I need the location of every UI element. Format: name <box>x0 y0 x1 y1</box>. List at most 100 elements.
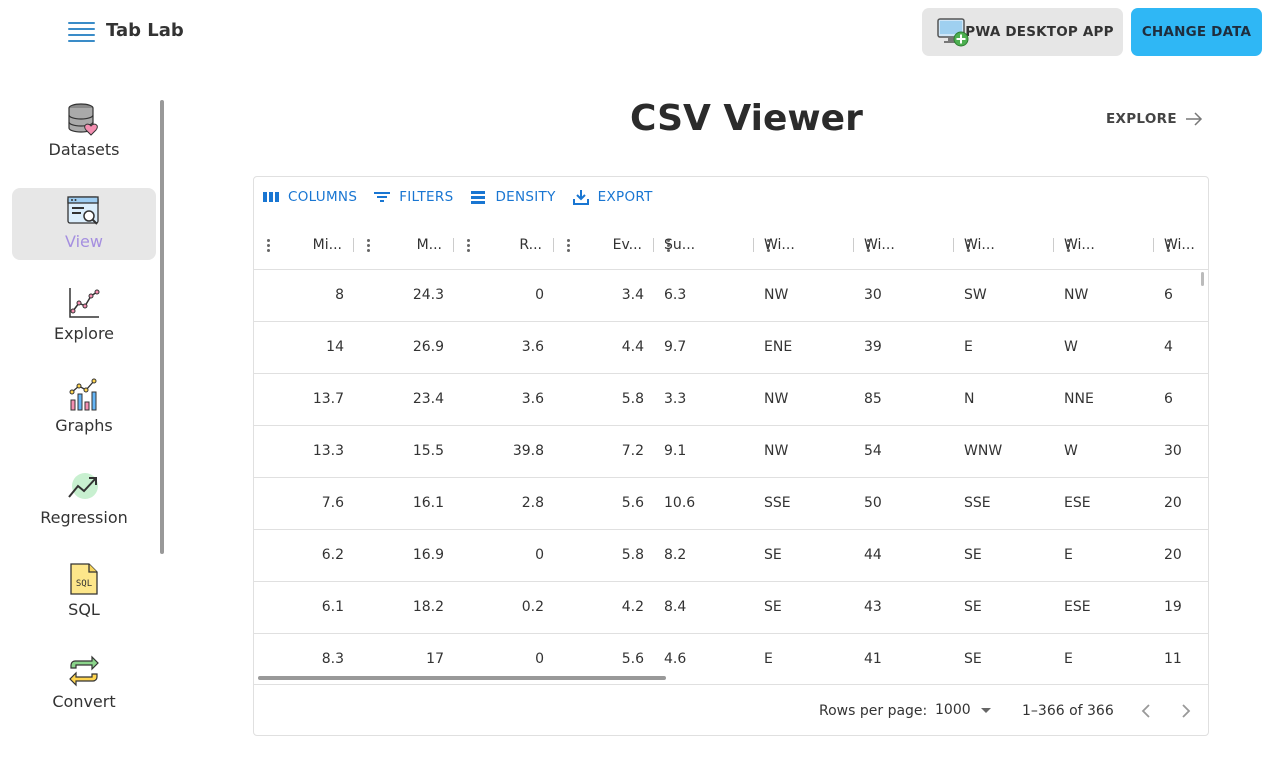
table-cell: E <box>1064 547 1073 563</box>
sidebar-item-label: SQL <box>68 600 100 619</box>
column-header[interactable]: Wi... <box>1154 221 1208 270</box>
column-header[interactable]: Wi... <box>954 221 1054 270</box>
sidebar-item-explore[interactable]: Explore <box>12 280 156 352</box>
sidebar-item-label: View <box>65 232 103 251</box>
convert-arrows-icon <box>69 655 99 687</box>
export-button[interactable]: EXPORT <box>572 187 653 207</box>
table-row[interactable]: 13.7 23.4 3.6 5.8 3.3 NW 85 N NNE 6 <box>254 374 1208 426</box>
table-cell: 16.9 <box>412 547 444 563</box>
browser-search-icon <box>67 196 99 225</box>
column-header[interactable]: Ev... <box>554 221 654 270</box>
table-cell: 39.8 <box>512 443 544 459</box>
table-cell: 41 <box>864 651 882 667</box>
rows-per-page-select[interactable]: 1000 <box>935 702 991 718</box>
table-row[interactable]: 14 26.9 3.6 4.4 9.7 ENE 39 E W 4 <box>254 322 1208 374</box>
table-cell: 14 <box>326 339 344 355</box>
sidebar-item-label: Regression <box>40 508 128 527</box>
pwa-desktop-app-button[interactable]: PWA DESKTOP APP <box>922 8 1123 56</box>
export-label: EXPORT <box>597 189 653 205</box>
table-row[interactable]: 6.2 16.9 0 5.8 8.2 SE 44 SE E 20 <box>254 530 1208 582</box>
next-page-icon[interactable] <box>1174 699 1198 723</box>
pwa-button-label: PWA DESKTOP APP <box>965 24 1114 40</box>
filters-label: FILTERS <box>399 189 454 205</box>
database-heart-icon <box>68 103 98 136</box>
horizontal-scrollbar[interactable] <box>258 676 666 680</box>
table-cell: 3.6 <box>521 391 544 407</box>
column-header[interactable]: Wi... <box>1054 221 1154 270</box>
rows-per-page-value: 1000 <box>935 702 971 718</box>
columns-label: COLUMNS <box>288 189 358 205</box>
table-cell: 0.2 <box>521 599 544 615</box>
column-menu-icon[interactable] <box>562 237 576 253</box>
column-header-label: Wi... <box>1064 237 1095 253</box>
sidebar-nav: Datasets View Explore Graphs Regression … <box>0 96 170 726</box>
table-cell: WNW <box>964 443 1003 459</box>
table-cell: 8.3 <box>321 651 344 667</box>
sidebar-scrollbar[interactable] <box>160 100 164 554</box>
column-header[interactable]: M... <box>354 221 454 270</box>
sidebar-item-datasets[interactable]: Datasets <box>12 96 156 168</box>
table-cell: 3.6 <box>521 339 544 355</box>
table-cell: 9.7 <box>664 339 687 355</box>
column-menu-icon[interactable] <box>362 237 376 253</box>
density-icon <box>471 191 486 204</box>
table-row[interactable]: 7.6 16.1 2.8 5.6 10.6 SSE 50 SSE ESE 20 <box>254 478 1208 530</box>
table-row[interactable]: 6.1 18.2 0.2 4.2 8.4 SE 43 SE ESE 19 <box>254 582 1208 634</box>
table-cell: 20 <box>1164 547 1182 563</box>
table-cell: ESE <box>1064 495 1091 511</box>
table-cell: 4.2 <box>621 599 644 615</box>
table-cell: 0 <box>535 287 544 303</box>
page-title: CSV Viewer <box>630 98 863 139</box>
table-row[interactable]: 13.3 15.5 39.8 7.2 9.1 NW 54 WNW W 30 <box>254 426 1208 478</box>
filters-button[interactable]: FILTERS <box>373 187 453 207</box>
filter-icon <box>374 192 391 202</box>
column-header-label: Wi... <box>964 237 995 253</box>
sidebar-item-graphs[interactable]: Graphs <box>12 372 156 444</box>
column-header[interactable]: Wi... <box>854 221 954 270</box>
table-cell: 5.8 <box>621 391 644 407</box>
column-header[interactable]: Mi... <box>254 221 354 270</box>
vertical-scrollbar[interactable] <box>1201 272 1204 286</box>
grid-toolbar: COLUMNS FILTERS DENSITY EXPORT <box>262 187 653 207</box>
table-cell: 0 <box>535 547 544 563</box>
table-cell: 6.1 <box>321 599 344 615</box>
table-cell: 6.3 <box>664 287 687 303</box>
columns-button[interactable]: COLUMNS <box>262 187 357 207</box>
sidebar-item-regression[interactable]: Regression <box>12 464 156 536</box>
table-cell: 5.6 <box>621 651 644 667</box>
table-cell: 6.2 <box>321 547 344 563</box>
column-header[interactable]: Su... <box>654 221 754 270</box>
table-cell: 5.6 <box>621 495 644 511</box>
density-button[interactable]: DENSITY <box>469 187 555 207</box>
sidebar-item-convert[interactable]: Convert <box>12 648 156 720</box>
table-cell: 13.7 <box>312 391 344 407</box>
svg-text:SQL: SQL <box>76 579 92 589</box>
sidebar-item-label: Explore <box>53 324 115 343</box>
table-cell: N <box>964 391 975 407</box>
change-data-button[interactable]: CHANGE DATA <box>1131 8 1262 56</box>
table-cell: NW <box>1064 287 1089 303</box>
table-cell: 20 <box>1164 495 1182 511</box>
table-cell: 26.9 <box>412 339 444 355</box>
table-cell: 8 <box>335 287 344 303</box>
hamburger-menu-icon[interactable] <box>68 20 95 42</box>
previous-page-icon[interactable] <box>1134 699 1158 723</box>
table-row[interactable]: 8 24.3 0 3.4 6.3 NW 30 SW NW 6 <box>254 270 1208 322</box>
table-cell: SW <box>964 287 987 303</box>
column-header[interactable]: Wi... <box>754 221 854 270</box>
table-cell: NNE <box>1064 391 1094 407</box>
sidebar-item-sql[interactable]: SQL SQL <box>12 556 156 628</box>
sidebar-item-view[interactable]: View <box>12 188 156 260</box>
column-menu-icon[interactable] <box>462 237 476 253</box>
table-cell: SSE <box>964 495 991 511</box>
column-header[interactable]: R... <box>454 221 554 270</box>
table-cell: SE <box>964 651 982 667</box>
line-chart-icon <box>69 288 100 318</box>
density-label: DENSITY <box>495 189 556 205</box>
columns-icon <box>263 192 279 202</box>
download-icon <box>572 190 589 205</box>
column-menu-icon[interactable] <box>262 237 276 253</box>
explore-link[interactable]: EXPLORE <box>1106 111 1203 127</box>
table-cell: 13.3 <box>312 443 344 459</box>
column-headers: Mi... M... R... Ev... Su... Wi... Wi... Wi... Wi… <box>254 221 1208 270</box>
